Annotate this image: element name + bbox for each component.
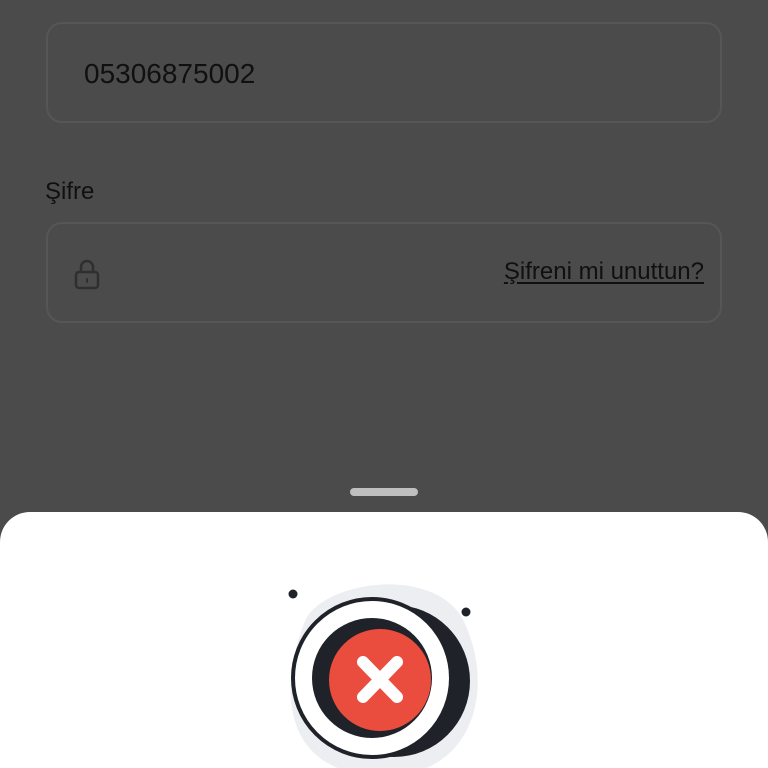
password-field[interactable]: Şifreni mi unuttun?	[46, 222, 722, 323]
error-x-icon	[288, 584, 478, 768]
password-label: Şifre	[45, 178, 95, 205]
error-illustration	[250, 566, 510, 768]
forgot-password-link[interactable]: Şifreni mi unuttun?	[504, 258, 704, 286]
phone-value: 05306875002	[84, 58, 256, 89]
lock-icon	[74, 259, 100, 290]
login-screen: 05306875002 Şifre Şifreni mi unuttun?	[0, 0, 768, 768]
bottom-sheet	[0, 512, 768, 768]
sheet-drag-handle[interactable]	[350, 488, 418, 496]
phone-field[interactable]: 05306875002	[46, 22, 722, 123]
